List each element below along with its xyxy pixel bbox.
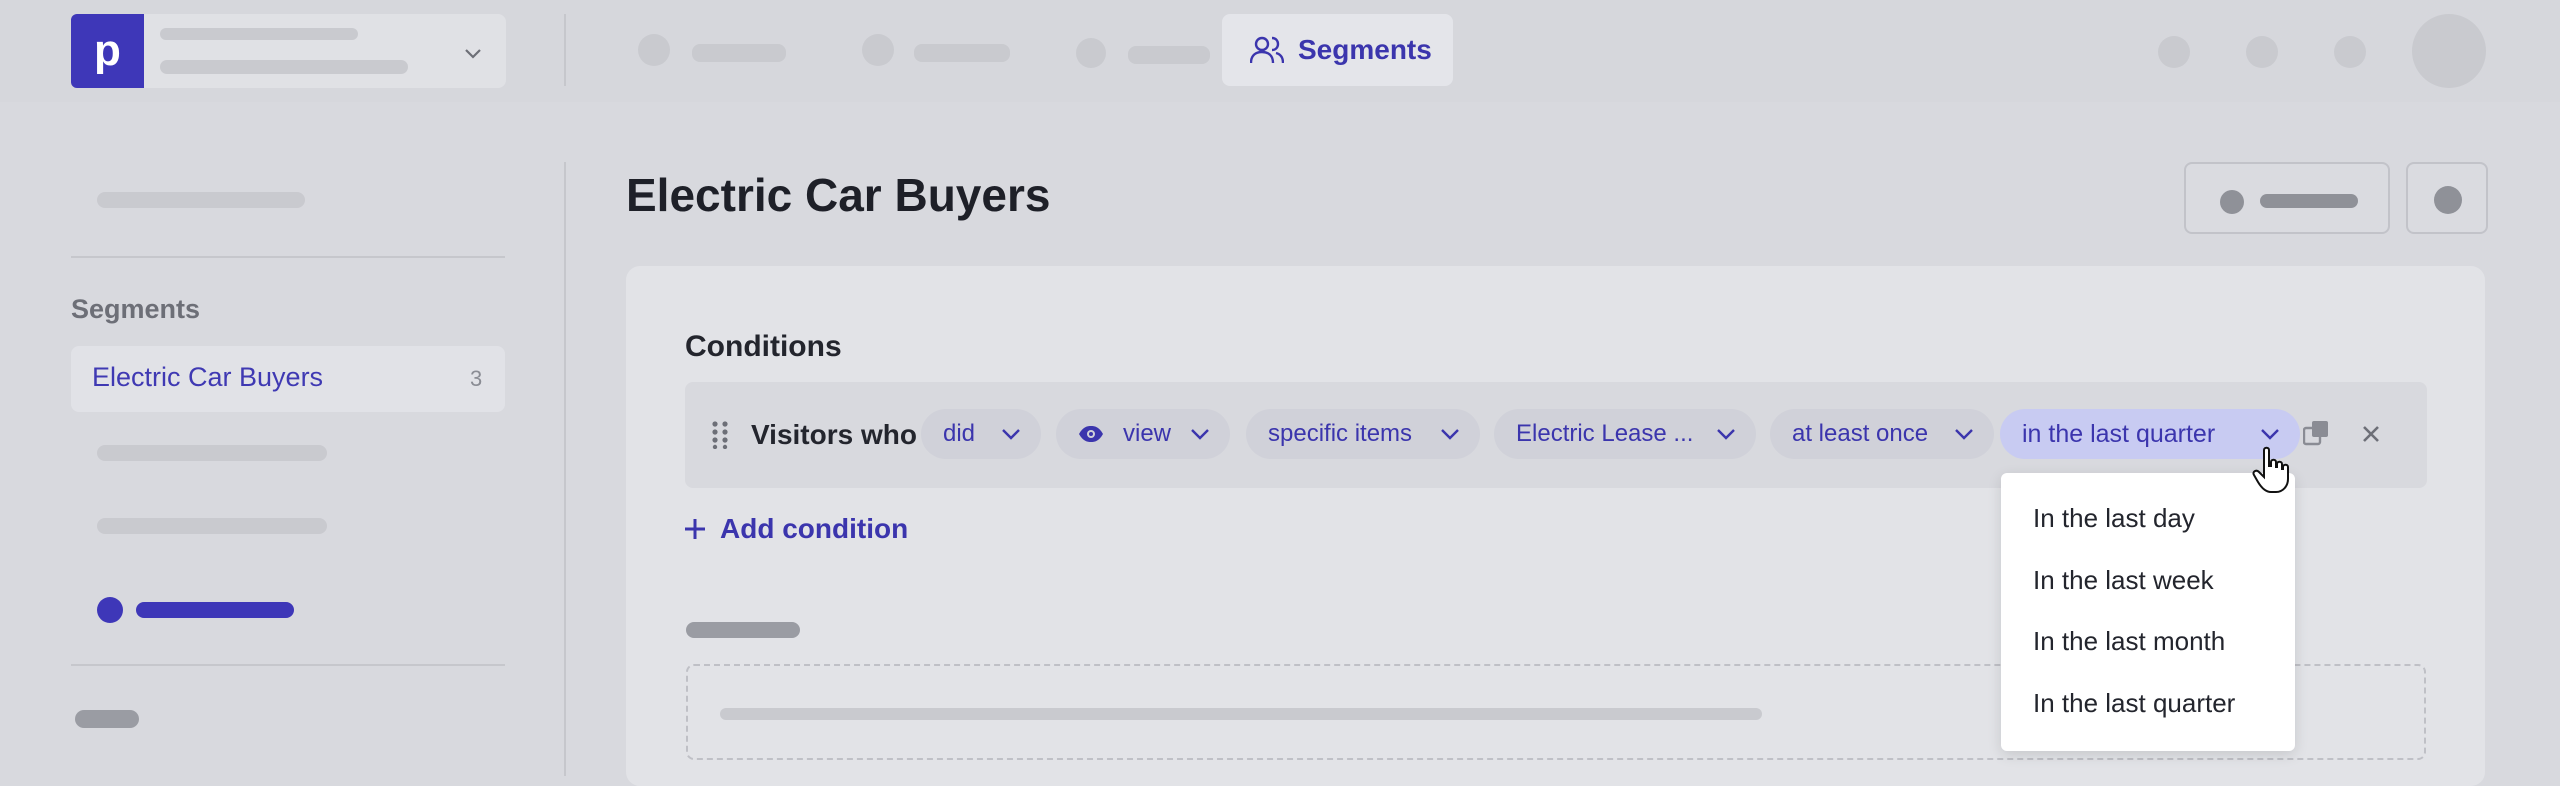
- duplicate-icon[interactable]: [2303, 420, 2329, 446]
- header-more-button[interactable]: [2406, 162, 2488, 234]
- sidebar-item-placeholder[interactable]: [97, 445, 327, 461]
- header-action-button[interactable]: [2184, 162, 2390, 234]
- dropdown-option[interactable]: In the last month: [2033, 626, 2225, 657]
- help-icon[interactable]: [2246, 36, 2278, 68]
- action-select[interactable]: did: [921, 409, 1041, 459]
- nav-icon[interactable]: [1076, 38, 1106, 68]
- sidebar-item-placeholder[interactable]: [136, 602, 294, 618]
- status-dot: [97, 597, 123, 623]
- action-select-value: did: [943, 420, 976, 447]
- target-select-value: specific items: [1268, 420, 1413, 447]
- sidebar-footer-placeholder[interactable]: [75, 710, 139, 728]
- chevron-down-icon: [1955, 429, 1973, 440]
- tab-segments-label: Segments: [1298, 34, 1432, 65]
- nav-icon[interactable]: [638, 34, 670, 66]
- add-condition-label: Add condition: [720, 513, 909, 544]
- chevron-down-icon: [1717, 429, 1735, 440]
- nav-tab-placeholder[interactable]: [914, 44, 1010, 62]
- settings-icon[interactable]: [2334, 36, 2366, 68]
- divider: [71, 664, 505, 666]
- dropzone-text-placeholder: [720, 708, 1762, 720]
- event-select[interactable]: view: [1056, 409, 1230, 459]
- chevron-down-icon: [1191, 429, 1209, 440]
- chevron-down-icon: [465, 49, 481, 59]
- app-logo[interactable]: p: [71, 14, 144, 88]
- chevron-down-icon: [1441, 429, 1459, 440]
- notifications-icon[interactable]: [2158, 36, 2190, 68]
- timeframe-dropdown: In the last day In the last week In the …: [2001, 473, 2295, 751]
- sidebar-section-label: Segments: [71, 294, 201, 324]
- page-title: Electric Car Buyers: [626, 169, 1051, 221]
- target-select[interactable]: specific items: [1246, 409, 1480, 459]
- eye-icon: [1079, 426, 1103, 442]
- event-select-value: view: [1122, 420, 1171, 447]
- workspace-name-placeholder: [160, 28, 358, 40]
- sidebar-item-placeholder[interactable]: [97, 518, 327, 534]
- item-select-value: Electric Lease ...: [1516, 420, 1694, 447]
- condition-prefix: Visitors who: [751, 419, 917, 450]
- chevron-down-icon: [2261, 429, 2279, 440]
- frequency-select-value: at least once: [1792, 420, 1929, 447]
- hand-cursor-icon: [2252, 446, 2289, 493]
- timeframe-select-value: in the last quarter: [2022, 419, 2216, 448]
- button-label-placeholder: [2260, 194, 2358, 208]
- sidebar-item-label: Electric Car Buyers: [92, 362, 324, 392]
- close-icon[interactable]: [2361, 424, 2381, 444]
- more-icon: [2434, 186, 2462, 214]
- divider: [71, 256, 505, 258]
- users-icon: [1250, 36, 1284, 64]
- chevron-down-icon: [1002, 429, 1020, 440]
- divider: [564, 162, 566, 776]
- drag-handle-icon[interactable]: [712, 421, 728, 449]
- conditions-heading: Conditions: [685, 330, 842, 363]
- nav-tab-placeholder[interactable]: [692, 44, 786, 62]
- logo-letter: p: [94, 26, 121, 75]
- tab-segments[interactable]: Segments: [1222, 14, 1453, 86]
- nav-tab-placeholder[interactable]: [1128, 46, 1210, 64]
- plus-icon: [685, 519, 705, 539]
- nav-icon[interactable]: [862, 34, 894, 66]
- item-select[interactable]: Electric Lease ...: [1494, 409, 1756, 459]
- section-label-placeholder: [686, 622, 800, 638]
- avatar[interactable]: [2412, 14, 2486, 88]
- add-condition-button[interactable]: Add condition: [684, 513, 908, 545]
- sidebar-item-count: 3: [470, 366, 483, 391]
- dropdown-option[interactable]: In the last quarter: [2033, 688, 2235, 719]
- workspace-sub-placeholder: [160, 60, 408, 74]
- sidebar-item-placeholder[interactable]: [97, 192, 305, 208]
- frequency-select[interactable]: at least once: [1770, 409, 1994, 459]
- divider: [564, 14, 566, 86]
- workspace-switcher[interactable]: [144, 14, 506, 88]
- dropdown-option[interactable]: In the last day: [2033, 503, 2195, 534]
- button-icon: [2220, 190, 2244, 214]
- dropdown-option[interactable]: In the last week: [2033, 565, 2214, 596]
